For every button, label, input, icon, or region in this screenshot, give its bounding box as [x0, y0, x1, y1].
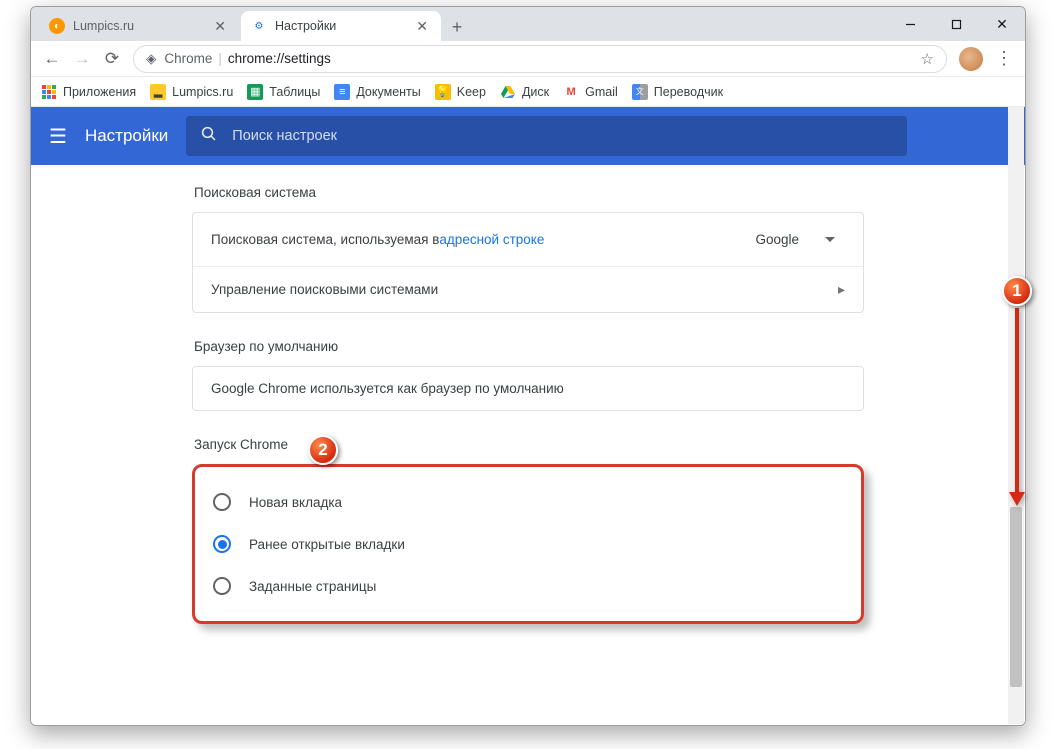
maximize-button[interactable] — [933, 7, 979, 41]
option-label: Заданные страницы — [249, 579, 376, 594]
favicon-lumpics: ◐ — [49, 18, 65, 34]
row-label: Управление поисковыми системами — [211, 282, 438, 297]
close-window-button[interactable]: ✕ — [979, 7, 1025, 41]
tab-settings[interactable]: ⚙ Настройки ✕ — [241, 11, 441, 41]
radio-icon-selected — [213, 535, 231, 553]
page-content: ☰ Настройки Поисковая система Поисковая … — [31, 107, 1025, 725]
bookmark-label: Переводчик — [654, 85, 723, 99]
row-label-part1: Поисковая система, используемая в — [211, 232, 439, 247]
reload-button[interactable]: ⟳ — [97, 44, 127, 74]
bookmark-label: Приложения — [63, 85, 136, 99]
profile-avatar[interactable] — [959, 47, 983, 71]
favicon-settings: ⚙ — [251, 18, 267, 34]
plus-icon: + — [452, 17, 463, 38]
window-controls: ✕ — [887, 7, 1025, 41]
search-icon — [200, 125, 218, 147]
bookmark-star-icon[interactable]: ☆ — [921, 50, 934, 68]
url-scheme: Chrome — [164, 51, 212, 66]
toolbar: ← → ⟳ ◈ Chrome | chrome://settings ☆ ⋮ — [31, 41, 1025, 77]
url-separator: | — [218, 51, 222, 66]
bookmark-gmail[interactable]: M Gmail — [563, 84, 618, 100]
section-startup: Запуск Chrome Новая вкладка Ранее открыт… — [192, 437, 864, 624]
browser-window: ◐ Lumpics.ru ✕ ⚙ Настройки ✕ + ✕ ← → ⟳ ◈… — [30, 6, 1026, 726]
new-tab-button[interactable]: + — [443, 13, 471, 41]
bookmark-label: Lumpics.ru — [172, 85, 233, 99]
bookmark-label: Keep — [457, 85, 486, 99]
bookmark-sheets[interactable]: ▦ Таблицы — [247, 84, 320, 100]
bookmark-docs[interactable]: ≡ Документы — [334, 84, 420, 100]
annotation-arrow-line — [1015, 308, 1019, 493]
menu-icon[interactable]: ☰ — [49, 124, 67, 149]
docs-icon: ≡ — [334, 84, 350, 100]
radio-icon — [213, 493, 231, 511]
keep-icon: 💡 — [435, 84, 451, 100]
option-label: Новая вкладка — [249, 495, 342, 510]
section-search-engine: Поисковая система Поисковая система, исп… — [192, 185, 864, 313]
startup-option-continue[interactable]: Ранее открытые вкладки — [213, 523, 843, 565]
tab-title: Lumpics.ru — [73, 19, 134, 33]
sheets-icon: ▦ — [247, 84, 263, 100]
section-default-browser: Браузер по умолчанию Google Chrome испол… — [192, 339, 864, 411]
search-engine-row: Поисковая система, используемая в адресн… — [193, 213, 863, 267]
section-title: Браузер по умолчанию — [192, 339, 864, 354]
folder-icon: ▂ — [150, 84, 166, 100]
close-tab-icon[interactable]: ✕ — [211, 18, 229, 35]
chevron-right-icon: ▸ — [838, 281, 845, 298]
section-title: Запуск Chrome — [192, 437, 864, 452]
close-tab-icon[interactable]: ✕ — [413, 18, 431, 35]
gmail-icon: M — [563, 84, 579, 100]
marker-number: 2 — [318, 440, 327, 460]
startup-option-new-tab[interactable]: Новая вкладка — [213, 481, 843, 523]
selected-engine: Google — [755, 232, 799, 247]
bookmark-drive[interactable]: Диск — [500, 84, 549, 100]
bookmark-label: Таблицы — [269, 85, 320, 99]
translate-icon: 文 — [632, 84, 648, 100]
drive-icon — [500, 84, 516, 100]
option-label: Ранее открытые вкладки — [249, 537, 405, 552]
bookmark-keep[interactable]: 💡 Keep — [435, 84, 486, 100]
default-browser-card: Google Chrome используется как браузер п… — [192, 366, 864, 411]
bookmark-translate[interactable]: 文 Переводчик — [632, 84, 723, 100]
row-text: Google Chrome используется как браузер п… — [211, 381, 564, 396]
bookmark-label: Документы — [356, 85, 420, 99]
annotation-arrow-head — [1009, 492, 1025, 506]
settings-body: Поисковая система Поисковая система, исп… — [31, 165, 1025, 725]
bookmark-label: Диск — [522, 85, 549, 99]
minimize-button[interactable] — [887, 7, 933, 41]
bookmarks-bar: Приложения ▂ Lumpics.ru ▦ Таблицы ≡ Доку… — [31, 77, 1025, 107]
manage-search-engines-row[interactable]: Управление поисковыми системами ▸ — [193, 267, 863, 312]
annotation-marker-1: 1 — [1002, 276, 1032, 306]
startup-option-specific[interactable]: Заданные страницы — [213, 565, 843, 607]
startup-options-card: Новая вкладка Ранее открытые вкладки Зад… — [192, 464, 864, 624]
default-browser-row: Google Chrome используется как браузер п… — [193, 367, 863, 410]
scrollbar-thumb[interactable] — [1010, 507, 1022, 687]
annotation-marker-2: 2 — [308, 435, 338, 465]
site-info-icon[interactable]: ◈ — [146, 51, 156, 67]
back-button[interactable]: ← — [37, 44, 67, 74]
section-title: Поисковая система — [192, 185, 864, 200]
address-bar[interactable]: ◈ Chrome | chrome://settings ☆ — [133, 45, 947, 73]
tab-lumpics[interactable]: ◐ Lumpics.ru ✕ — [39, 11, 239, 41]
bookmark-lumpics[interactable]: ▂ Lumpics.ru — [150, 84, 233, 100]
search-engine-card: Поисковая система, используемая в адресн… — [192, 212, 864, 313]
apps-shortcut[interactable]: Приложения — [41, 84, 136, 100]
radio-icon — [213, 577, 231, 595]
tab-strip: ◐ Lumpics.ru ✕ ⚙ Настройки ✕ + — [31, 7, 887, 41]
url-path: chrome://settings — [228, 51, 331, 66]
settings-header: ☰ Настройки — [31, 107, 1025, 165]
address-bar-link[interactable]: адресной строке — [439, 232, 544, 247]
forward-button[interactable]: → — [67, 44, 97, 74]
marker-number: 1 — [1012, 281, 1021, 301]
tab-title: Настройки — [275, 19, 336, 33]
settings-search[interactable] — [186, 116, 907, 156]
titlebar: ◐ Lumpics.ru ✕ ⚙ Настройки ✕ + ✕ — [31, 7, 1025, 41]
settings-title: Настройки — [85, 126, 168, 146]
search-engine-select[interactable]: Google — [745, 227, 845, 252]
settings-search-input[interactable] — [232, 128, 893, 144]
bookmark-label: Gmail — [585, 85, 618, 99]
chrome-menu-button[interactable]: ⋮ — [989, 44, 1019, 74]
chevron-down-icon — [825, 237, 835, 242]
apps-icon — [41, 84, 57, 100]
